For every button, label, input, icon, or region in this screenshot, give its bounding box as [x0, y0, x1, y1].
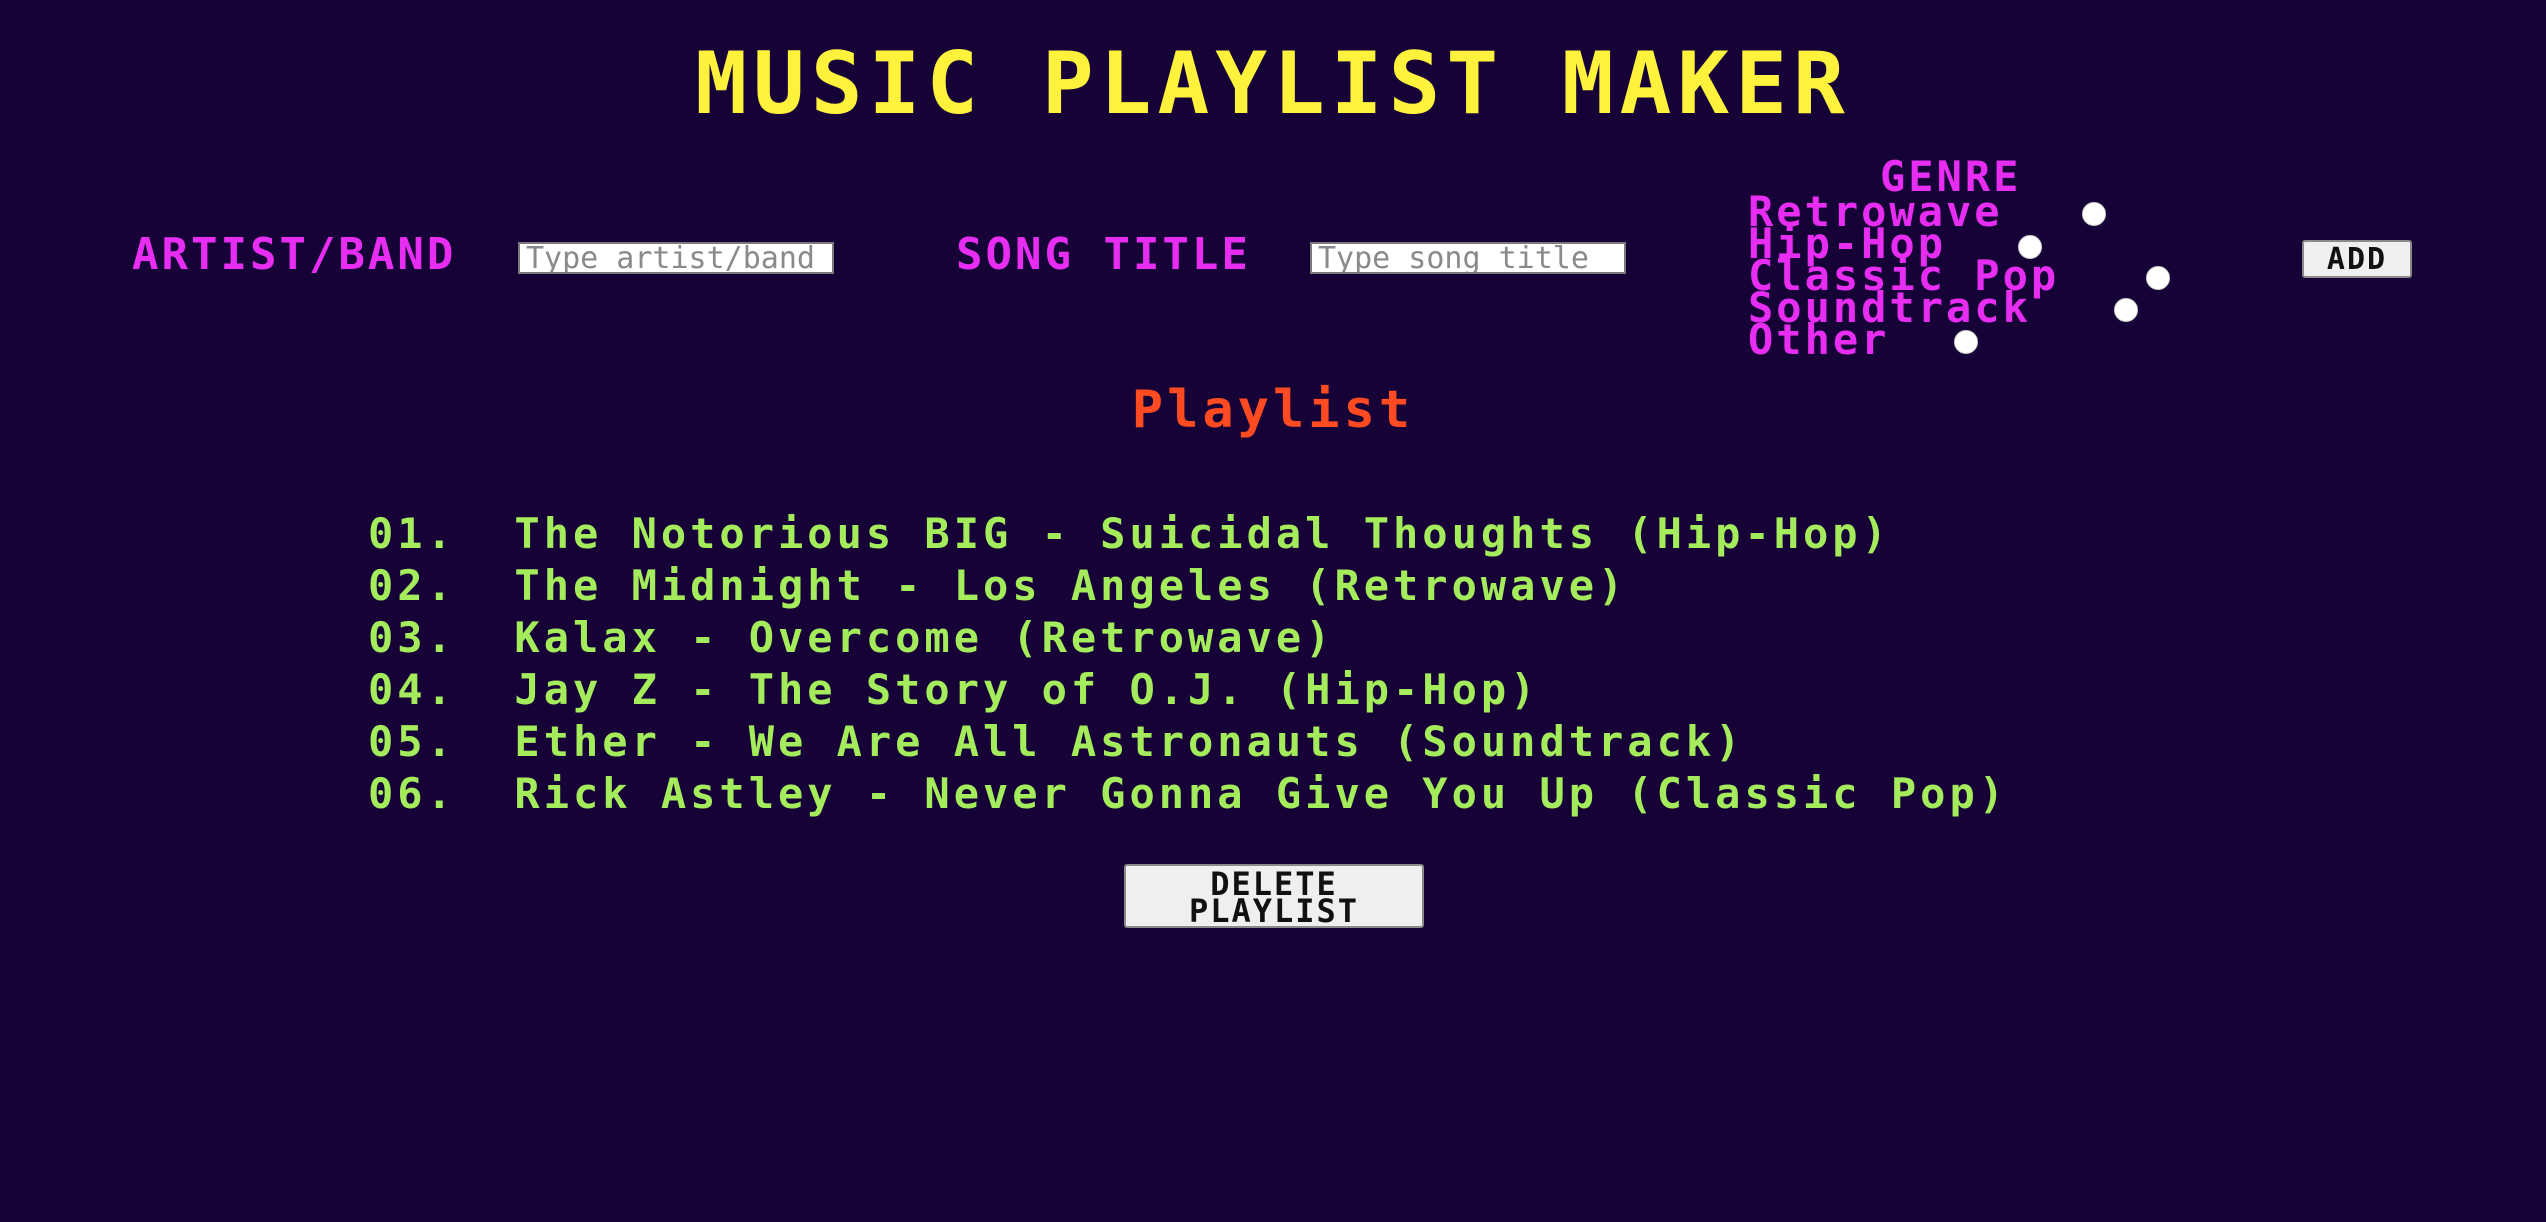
playlist-item: 04. Jay Z - The Story of O.J. (Hip-Hop): [368, 665, 1540, 714]
page-title: MUSIC PLAYLIST MAKER: [695, 34, 1851, 134]
genre-radio-retrowave[interactable]: [2082, 202, 2106, 226]
delete-playlist-button[interactable]: DELETE PLAYLIST: [1124, 864, 1424, 928]
song-title-input[interactable]: [1310, 242, 1626, 274]
playlist-list: 01. The Notorious BIG - Suicidal Thought…: [368, 508, 2008, 820]
genre-radio-classic-pop[interactable]: [2146, 266, 2170, 290]
playlist-item: 02. The Midnight - Los Angeles (Retrowav…: [368, 561, 1628, 610]
playlist-item: 01. The Notorious BIG - Suicidal Thought…: [368, 509, 1891, 558]
genre-radio-other[interactable]: [1954, 330, 1978, 354]
playlist-item: 06. Rick Astley - Never Gonna Give You U…: [368, 769, 2009, 818]
song-title-label: SONG TITLE: [956, 229, 1251, 280]
artist-input[interactable]: [518, 242, 834, 274]
playlist-item: 05. Ether - We Are All Astronauts (Sound…: [368, 717, 1745, 766]
genre-option-other: Other: [1748, 315, 1890, 364]
add-button[interactable]: ADD: [2302, 240, 2412, 278]
playlist-item: 03. Kalax - Overcome (Retrowave): [368, 613, 1335, 662]
playlist-heading: Playlist: [1131, 380, 1415, 440]
artist-label: ARTIST/BAND: [132, 229, 457, 280]
genre-label-other: Other: [1748, 315, 1890, 364]
genre-radio-soundtrack[interactable]: [2114, 298, 2138, 322]
